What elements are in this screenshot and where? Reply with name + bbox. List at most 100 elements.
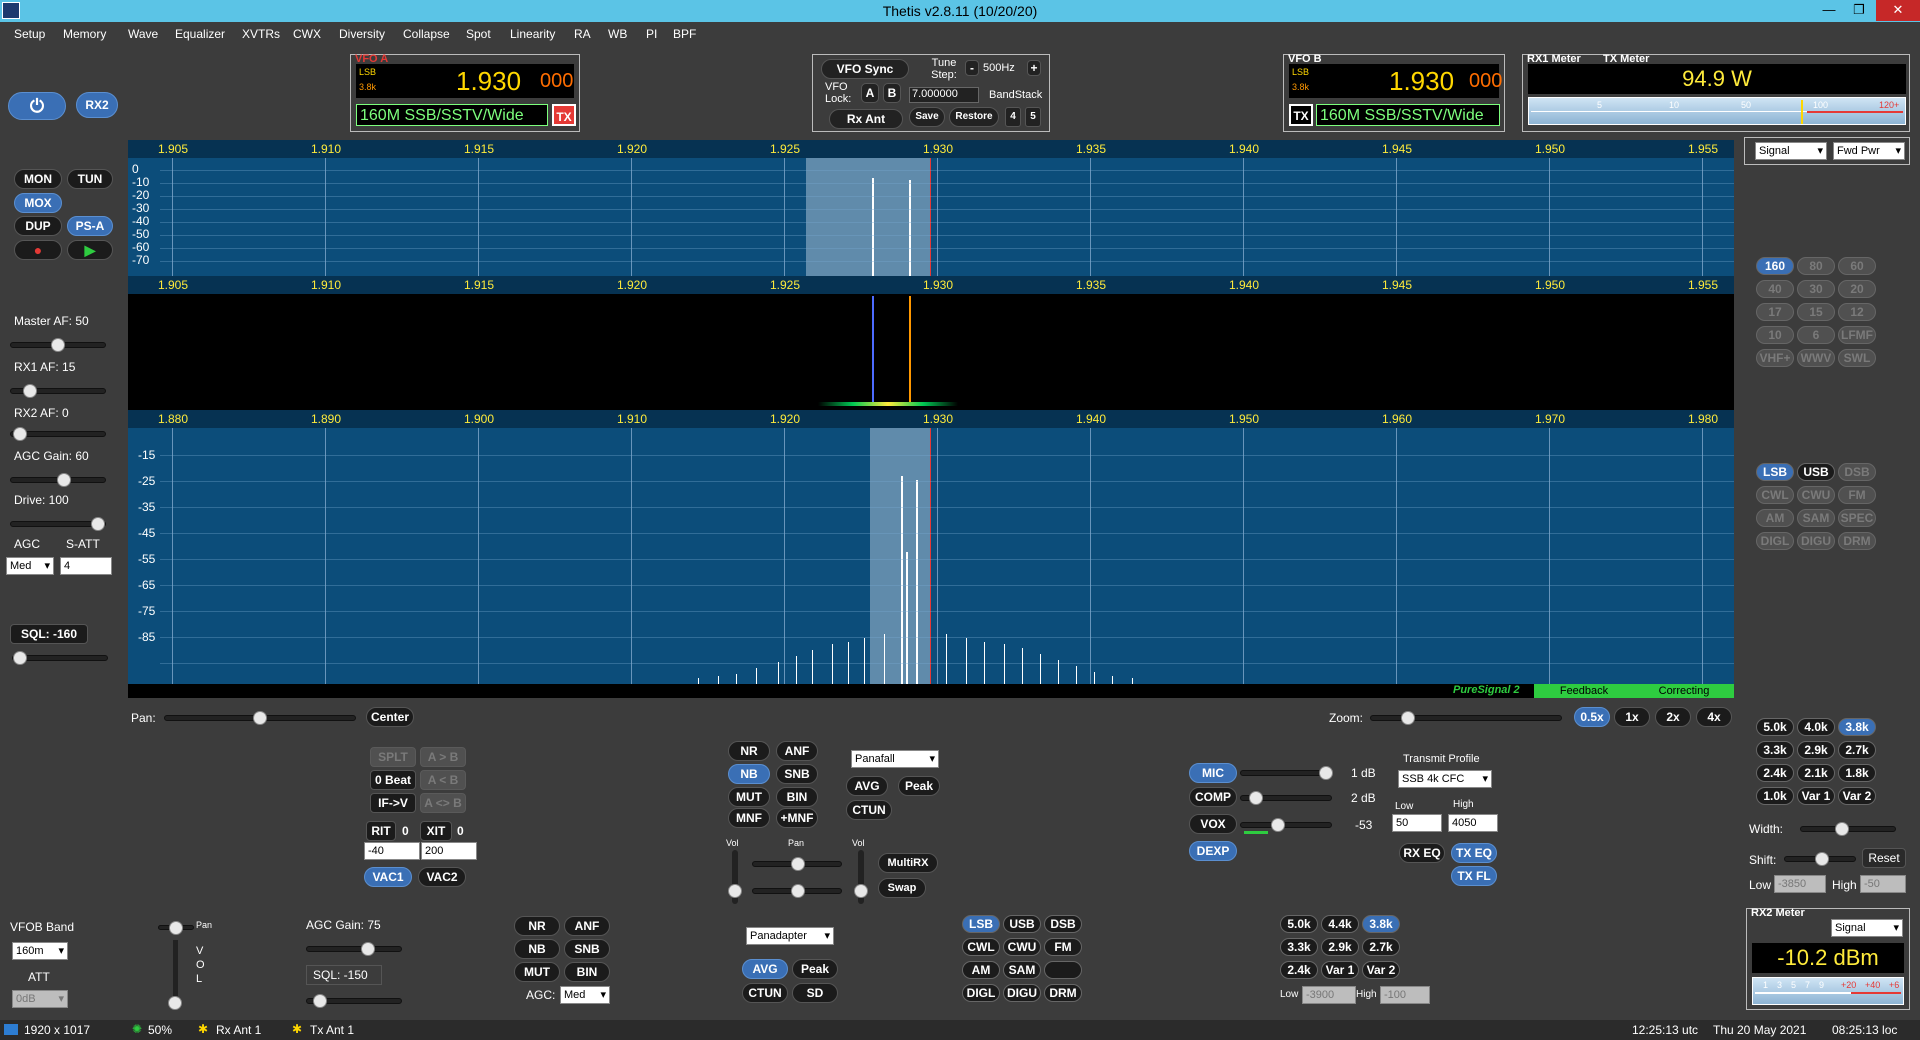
filter-button-var-1[interactable]: Var 1 (1797, 787, 1835, 805)
band-button-15[interactable]: 15 (1797, 303, 1835, 321)
center-button[interactable]: Center (366, 707, 414, 727)
band-button-80[interactable]: 80 (1797, 257, 1835, 275)
rit-spinner[interactable]: -40 (364, 842, 420, 860)
bandstack-5[interactable]: 5 (1025, 107, 1041, 127)
rx2-filter-button-var-1[interactable]: Var 1 (1321, 961, 1359, 979)
zoom-2x[interactable]: 2x (1655, 707, 1691, 727)
mut-button[interactable]: MUT (728, 787, 770, 807)
rx2-ctun-button[interactable]: CTUN (742, 983, 788, 1003)
mic-knob[interactable] (1319, 766, 1333, 780)
band-button-10[interactable]: 10 (1756, 326, 1794, 344)
rx2-agc-gain-slider[interactable] (306, 942, 402, 956)
zoom-4x[interactable]: 4x (1696, 707, 1732, 727)
mode-button-cwl[interactable]: CWL (1756, 486, 1794, 504)
mode-button-digu[interactable]: DIGU (1797, 532, 1835, 550)
rx2-peak-button[interactable]: Peak (792, 959, 838, 979)
rx2-sd-button[interactable]: SD (792, 983, 838, 1003)
if-to-v-button[interactable]: IF->V (370, 793, 416, 813)
vfo-sync-freq[interactable]: 7.000000 (909, 87, 979, 103)
rx2-nr-button[interactable]: NR (514, 916, 560, 936)
drive-knob[interactable] (91, 517, 105, 531)
rx2-vol-slider[interactable] (854, 850, 868, 904)
band-button-40[interactable]: 40 (1756, 280, 1794, 298)
shift-slider[interactable] (1784, 852, 1856, 866)
mode-button-dsb[interactable]: DSB (1838, 463, 1876, 481)
tune-step-plus[interactable]: + (1027, 60, 1041, 76)
menu-ra[interactable]: RA (574, 27, 591, 41)
status-tx-ant[interactable]: Tx Ant 1 (310, 1023, 354, 1037)
bin-button[interactable]: BIN (776, 787, 818, 807)
b-to-a-button[interactable]: A < B (420, 770, 466, 790)
width-knob[interactable] (1835, 822, 1849, 836)
rx1-panadapter[interactable] (128, 158, 1734, 276)
a-to-b-button[interactable]: A > B (420, 747, 466, 767)
rx2-mode-button-drm[interactable]: DRM (1044, 984, 1082, 1002)
filter-button-2.1k[interactable]: 2.1k (1797, 764, 1835, 782)
rx2-vol-knob[interactable] (854, 884, 868, 898)
restore-button[interactable]: Restore (949, 107, 999, 127)
rx2-att-select[interactable]: 0dB (12, 990, 68, 1008)
menu-spot[interactable]: Spot (466, 27, 491, 41)
master-af-knob[interactable] (51, 338, 65, 352)
rx2-mode-button-cwl[interactable]: CWL (962, 938, 1000, 956)
pan-slider[interactable] (164, 711, 356, 725)
vox-slider[interactable] (1240, 818, 1332, 832)
rx2-agc-select[interactable]: Med (560, 986, 610, 1004)
rx2-pan-h-slider[interactable] (158, 921, 194, 935)
menu-bpf[interactable]: BPF (673, 27, 696, 41)
reset-button[interactable]: Reset (1862, 848, 1906, 868)
mnf-button[interactable]: MNF (728, 808, 770, 828)
band-button-20[interactable]: 20 (1838, 280, 1876, 298)
rx2-mode-button-sam[interactable]: SAM (1003, 961, 1041, 979)
rx1-filter-passband[interactable] (806, 158, 930, 276)
rx2-nb-button[interactable]: NB (514, 939, 560, 959)
sql-slider[interactable] (12, 651, 108, 665)
filter-high-spinner[interactable]: -50 (1860, 875, 1906, 893)
band-button-vhf+[interactable]: VHF+ (1756, 349, 1794, 367)
close-button[interactable]: ✕ (1876, 0, 1920, 21)
rx2-pan-knob[interactable] (791, 884, 805, 898)
vfo-a-display[interactable]: LSB 3.8k 1.930 000 (356, 64, 574, 98)
rx2-low-spinner[interactable]: -3900 (1302, 986, 1356, 1004)
minimize-button[interactable]: — (1814, 0, 1844, 21)
agc-gain-knob[interactable] (57, 473, 71, 487)
rx-eq-button[interactable]: RX EQ (1399, 843, 1445, 863)
peak-button[interactable]: Peak (898, 776, 940, 796)
bandstack-4[interactable]: 4 (1005, 107, 1021, 127)
vfo-b-tx-button[interactable]: TX (1289, 104, 1313, 126)
mic-button[interactable]: MIC (1189, 763, 1237, 783)
tx-low-spinner[interactable]: 50 (1392, 814, 1442, 832)
rx2-anf-button[interactable]: ANF (564, 916, 610, 936)
display-mode-select[interactable]: Panafall (851, 750, 939, 768)
filter-button-2.9k[interactable]: 2.9k (1797, 741, 1835, 759)
vfo-b-display[interactable]: LSB 3.8k 1.930 000 (1289, 64, 1502, 98)
band-button-160[interactable]: 160 (1756, 257, 1794, 275)
mic-slider[interactable] (1240, 766, 1333, 780)
band-button-12[interactable]: 12 (1838, 303, 1876, 321)
menu-xvtrs[interactable]: XVTRs (242, 27, 280, 41)
band-button-lfmf[interactable]: LFMF (1838, 326, 1876, 344)
comp-slider[interactable] (1240, 791, 1332, 805)
zero-beat-button[interactable]: 0 Beat (370, 770, 416, 790)
rx2-mode-button-usb[interactable]: USB (1003, 915, 1041, 933)
mode-button-spec[interactable]: SPEC (1838, 509, 1876, 527)
menu-cwx[interactable]: CWX (293, 27, 321, 41)
mode-button-cwu[interactable]: CWU (1797, 486, 1835, 504)
rx2-sql-knob[interactable] (313, 994, 327, 1008)
shift-knob[interactable] (1815, 852, 1829, 866)
status-rx-ant[interactable]: Rx Ant 1 (216, 1023, 261, 1037)
tx-high-spinner[interactable]: 4050 (1448, 814, 1498, 832)
menu-wb[interactable]: WB (608, 27, 627, 41)
multirx-button[interactable]: MultiRX (878, 853, 938, 873)
rx-meter-select[interactable]: Signal (1755, 142, 1827, 160)
rx2-filter-button-var-2[interactable]: Var 2 (1362, 961, 1400, 979)
rx2-filter-button-2.4k[interactable]: 2.4k (1280, 961, 1318, 979)
tx-meter-select[interactable]: Fwd Pwr (1833, 142, 1905, 160)
menu-collapse[interactable]: Collapse (403, 27, 450, 41)
rx1-vol-slider[interactable] (728, 850, 742, 904)
menu-pi[interactable]: PI (646, 27, 657, 41)
pan-knob[interactable] (253, 711, 267, 725)
ps-a-button[interactable]: PS-A (67, 216, 113, 236)
ctun-button[interactable]: CTUN (846, 800, 892, 820)
sql-button[interactable]: SQL: -160 (10, 624, 88, 644)
